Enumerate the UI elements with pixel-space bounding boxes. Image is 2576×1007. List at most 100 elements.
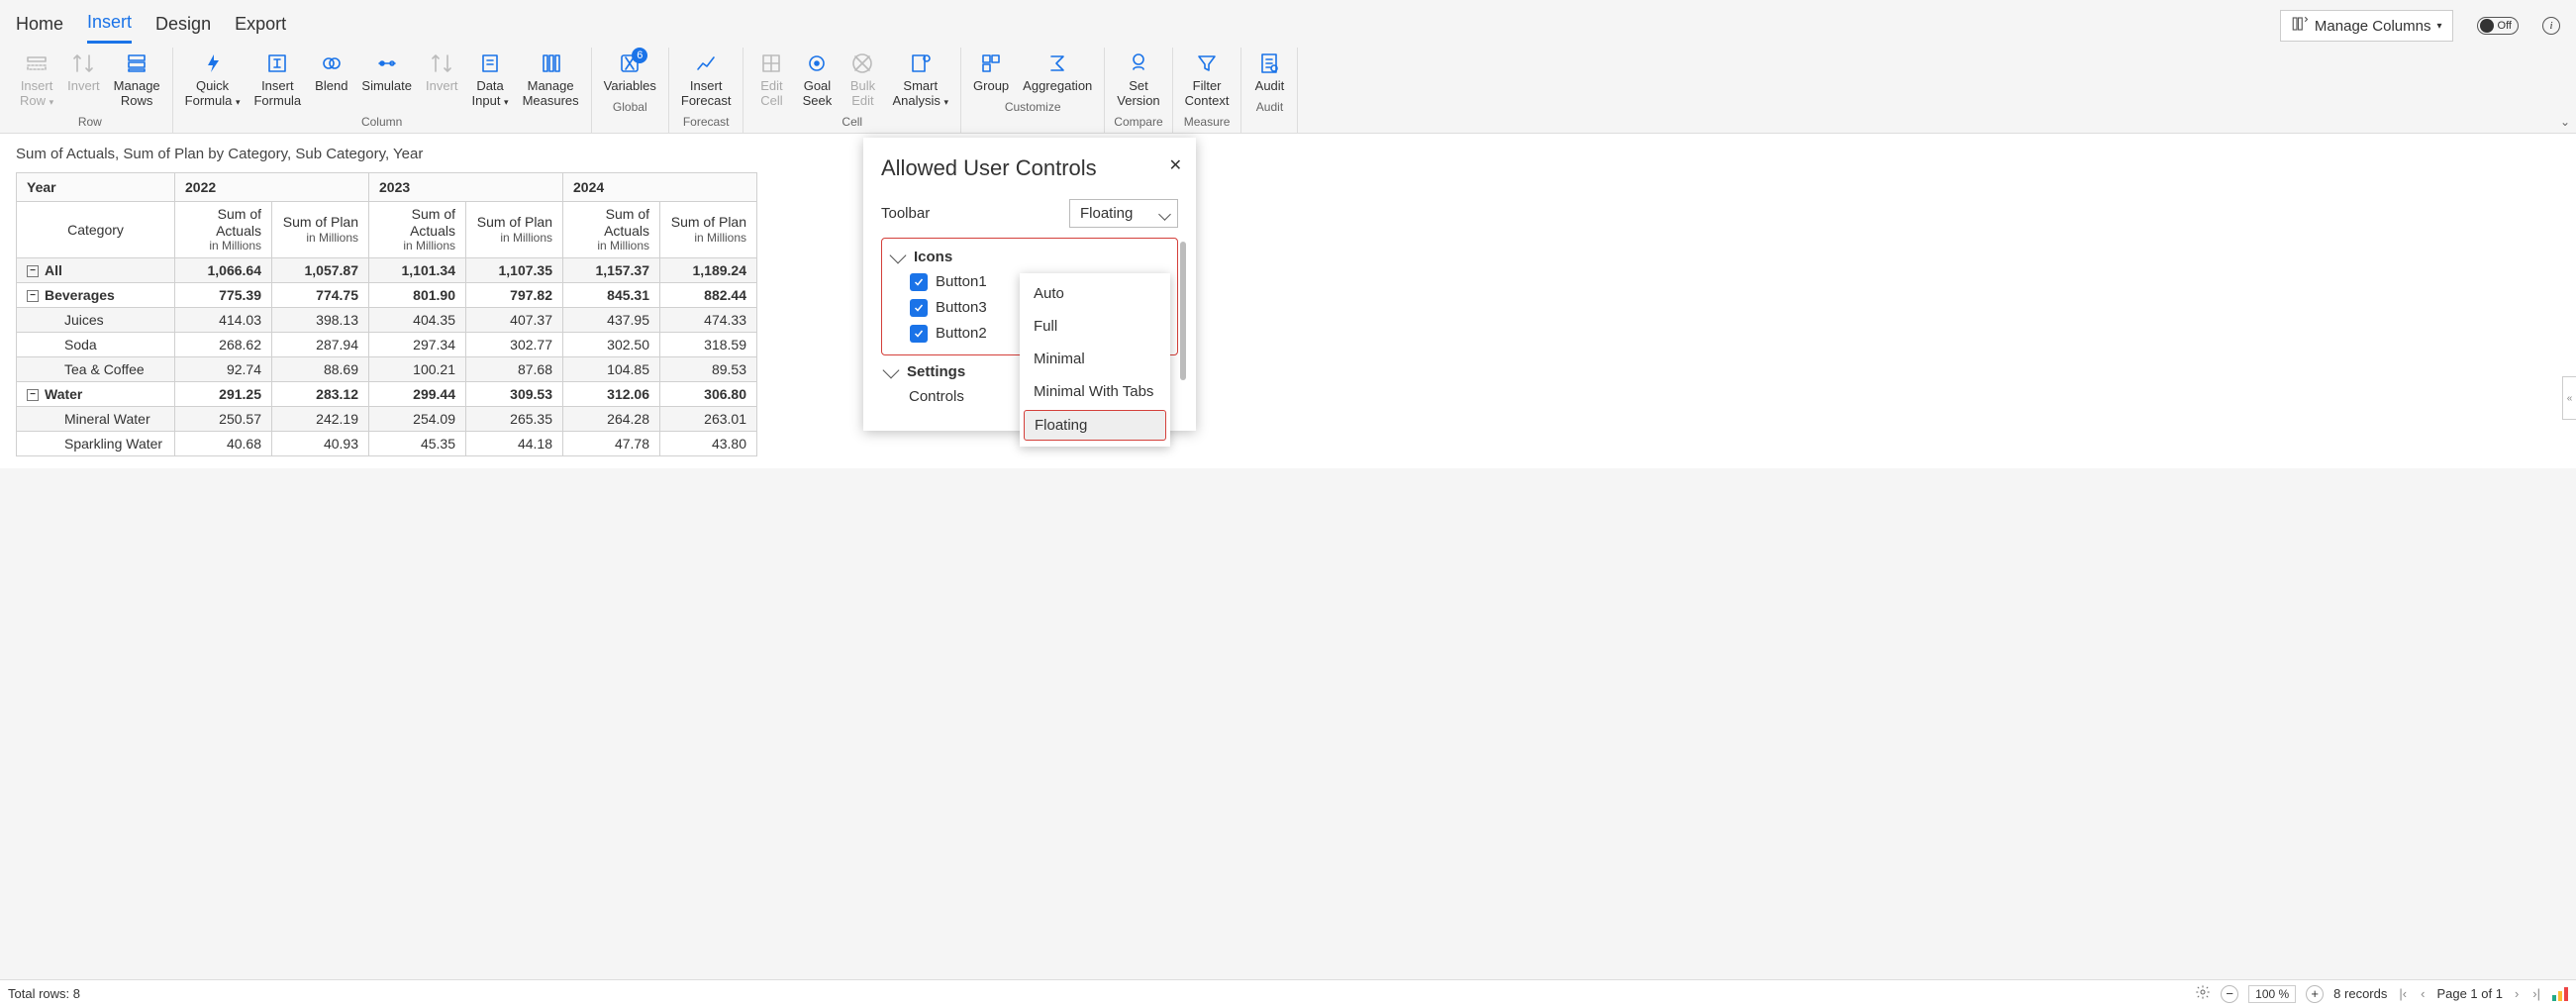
value-cell[interactable]: 775.39: [175, 282, 272, 307]
category-cell[interactable]: Soda: [17, 332, 175, 356]
year-header[interactable]: Year: [17, 172, 175, 201]
zoom-in-button[interactable]: +: [2306, 985, 2324, 1003]
manage-rows-button[interactable]: ManageRows: [108, 48, 166, 111]
value-cell[interactable]: 268.62: [175, 332, 272, 356]
category-cell[interactable]: −Beverages: [17, 282, 175, 307]
zoom-out-button[interactable]: −: [2221, 985, 2238, 1003]
category-header[interactable]: Category: [17, 201, 175, 257]
value-cell[interactable]: 306.80: [660, 381, 757, 406]
value-cell[interactable]: 89.53: [660, 356, 757, 381]
category-cell[interactable]: −Water: [17, 381, 175, 406]
last-page-button[interactable]: ›|: [2530, 986, 2542, 1001]
gear-icon[interactable]: [2195, 984, 2211, 1003]
zoom-value[interactable]: 100 %: [2248, 985, 2296, 1003]
measure-header[interactable]: Sum ofActualsin Millions: [563, 201, 660, 257]
year-col-2024[interactable]: 2024: [563, 172, 757, 201]
value-cell[interactable]: 254.09: [369, 406, 466, 431]
value-cell[interactable]: 87.68: [466, 356, 563, 381]
year-col-2022[interactable]: 2022: [175, 172, 369, 201]
dropdown-option-floating[interactable]: Floating: [1024, 410, 1166, 441]
table-row[interactable]: Soda268.62287.94297.34302.77302.50318.59: [17, 332, 757, 356]
simulate-button[interactable]: Simulate: [355, 48, 418, 111]
value-cell[interactable]: 264.28: [563, 406, 660, 431]
filter-context-button[interactable]: FilterContext: [1179, 48, 1236, 111]
value-cell[interactable]: 302.77: [466, 332, 563, 356]
tab-export[interactable]: Export: [235, 10, 286, 43]
tree-icons[interactable]: Icons: [888, 245, 1171, 269]
insert-forecast-button[interactable]: InsertForecast: [675, 48, 738, 111]
variables-button[interactable]: 6Variables: [598, 48, 662, 96]
value-cell[interactable]: 40.93: [272, 431, 369, 455]
measure-header[interactable]: Sum of Planin Millions: [466, 201, 563, 257]
value-cell[interactable]: 797.82: [466, 282, 563, 307]
collapse-icon[interactable]: −: [27, 290, 39, 302]
measure-header[interactable]: Sum of Planin Millions: [660, 201, 757, 257]
aggregation-button[interactable]: Aggregation: [1017, 48, 1098, 96]
category-cell[interactable]: Tea & Coffee: [17, 356, 175, 381]
year-col-2023[interactable]: 2023: [369, 172, 563, 201]
dropdown-option-minimal-with-tabs[interactable]: Minimal With Tabs: [1020, 375, 1170, 408]
info-icon[interactable]: i: [2542, 17, 2560, 35]
value-cell[interactable]: 92.74: [175, 356, 272, 381]
table-row[interactable]: Tea & Coffee92.7488.69100.2187.68104.858…: [17, 356, 757, 381]
table-row[interactable]: Mineral Water250.57242.19254.09265.35264…: [17, 406, 757, 431]
measure-header[interactable]: Sum of Planin Millions: [272, 201, 369, 257]
table-row[interactable]: −Beverages775.39774.75801.90797.82845.31…: [17, 282, 757, 307]
table-row[interactable]: −All1,066.641,057.871,101.341,107.351,15…: [17, 257, 757, 282]
table-row[interactable]: Sparkling Water40.6840.9345.3544.1847.78…: [17, 431, 757, 455]
manage-columns-button[interactable]: Manage Columns ▾: [2280, 10, 2453, 42]
checkbox-icon[interactable]: [910, 299, 928, 317]
manage-measures-button[interactable]: ManageMeasures: [517, 48, 585, 111]
goal-seek-button[interactable]: GoalSeek: [795, 48, 839, 111]
quick-formula-button[interactable]: QuickFormula ▾: [179, 48, 247, 111]
toolbar-select[interactable]: Floating: [1069, 199, 1178, 228]
value-cell[interactable]: 88.69: [272, 356, 369, 381]
value-cell[interactable]: 1,157.37: [563, 257, 660, 282]
category-cell[interactable]: Sparkling Water: [17, 431, 175, 455]
value-cell[interactable]: 104.85: [563, 356, 660, 381]
dropdown-option-full[interactable]: Full: [1020, 310, 1170, 343]
side-collapse-handle[interactable]: «: [2562, 376, 2576, 420]
category-cell[interactable]: −All: [17, 257, 175, 282]
value-cell[interactable]: 100.21: [369, 356, 466, 381]
next-page-button[interactable]: ›: [2513, 986, 2521, 1001]
category-cell[interactable]: Mineral Water: [17, 406, 175, 431]
value-cell[interactable]: 263.01: [660, 406, 757, 431]
data-input-button[interactable]: DataInput ▾: [466, 48, 515, 111]
blend-button[interactable]: Blend: [309, 48, 353, 111]
value-cell[interactable]: 1,057.87: [272, 257, 369, 282]
smart-analysis-button[interactable]: SmartAnalysis ▾: [886, 48, 954, 111]
value-cell[interactable]: 242.19: [272, 406, 369, 431]
set-version-button[interactable]: SetVersion: [1111, 48, 1165, 111]
value-cell[interactable]: 250.57: [175, 406, 272, 431]
value-cell[interactable]: 1,066.64: [175, 257, 272, 282]
category-cell[interactable]: Juices: [17, 307, 175, 332]
value-cell[interactable]: 398.13: [272, 307, 369, 332]
checkbox-icon[interactable]: [910, 325, 928, 343]
value-cell[interactable]: 801.90: [369, 282, 466, 307]
collapse-icon[interactable]: −: [27, 389, 39, 401]
group-button[interactable]: Group: [967, 48, 1015, 96]
measure-header[interactable]: Sum ofActualsin Millions: [369, 201, 466, 257]
dropdown-option-minimal[interactable]: Minimal: [1020, 343, 1170, 375]
dropdown-option-auto[interactable]: Auto: [1020, 277, 1170, 310]
prev-page-button[interactable]: ‹: [2419, 986, 2427, 1001]
measure-header[interactable]: Sum ofActualsin Millions: [175, 201, 272, 257]
checkbox-icon[interactable]: [910, 273, 928, 291]
toggle-off[interactable]: Off: [2477, 17, 2519, 35]
ribbon-collapse-icon[interactable]: ⌄: [2560, 115, 2570, 129]
value-cell[interactable]: 437.95: [563, 307, 660, 332]
value-cell[interactable]: 309.53: [466, 381, 563, 406]
value-cell[interactable]: 299.44: [369, 381, 466, 406]
close-icon[interactable]: ✕: [1169, 155, 1182, 175]
value-cell[interactable]: 474.33: [660, 307, 757, 332]
tab-insert[interactable]: Insert: [87, 8, 132, 44]
value-cell[interactable]: 297.34: [369, 332, 466, 356]
value-cell[interactable]: 45.35: [369, 431, 466, 455]
value-cell[interactable]: 1,101.34: [369, 257, 466, 282]
value-cell[interactable]: 265.35: [466, 406, 563, 431]
value-cell[interactable]: 414.03: [175, 307, 272, 332]
value-cell[interactable]: 407.37: [466, 307, 563, 332]
value-cell[interactable]: 302.50: [563, 332, 660, 356]
tab-home[interactable]: Home: [16, 10, 63, 43]
